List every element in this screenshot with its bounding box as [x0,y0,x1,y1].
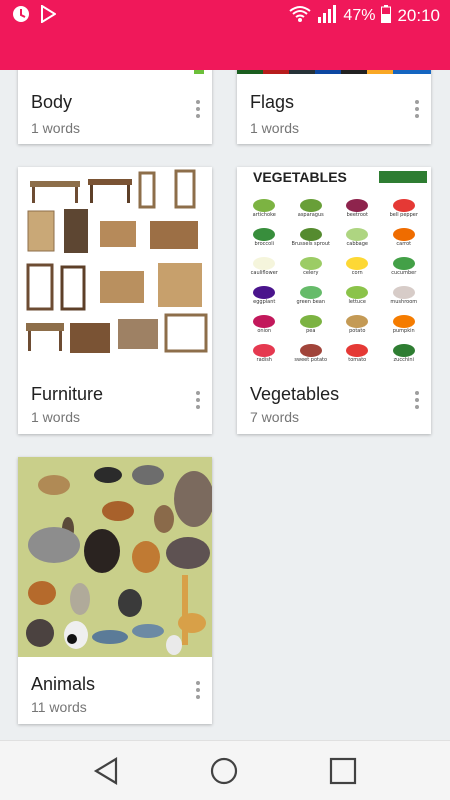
veg-item: pumpkin [381,305,428,334]
status-right: 47% 20:10 [289,4,440,28]
navigation-bar [0,740,450,800]
vegetables-heading: VEGETABLES [253,169,347,185]
veg-item: radish [241,334,288,363]
more-options-icon[interactable] [192,679,204,701]
veg-item: tomato [334,334,381,363]
signal-icon [317,4,337,28]
veg-item: beetroot [334,189,381,218]
more-options-icon[interactable] [411,389,423,411]
card-subtitle: 7 words [250,409,300,425]
veg-item: cabbage [334,218,381,247]
home-icon[interactable] [204,753,244,789]
card-subtitle: 1 words [31,120,81,136]
card-title: Animals [31,674,96,694]
veg-item: Brussels sprout [288,218,335,247]
card-animals[interactable]: Animals 11 words [18,457,212,724]
veg-item: cucumber [381,247,428,276]
back-icon[interactable] [86,753,126,789]
more-options-icon[interactable] [192,389,204,411]
card-subtitle: 1 words [250,120,300,136]
battery-percent: 47% [343,7,376,24]
veg-item: broccoli [241,218,288,247]
card-title: Flags [250,92,295,112]
veg-item: sweet potato [288,334,335,363]
vegetable-grid: artichoke asparagus beetroot bell pepper… [241,189,427,363]
recents-icon[interactable] [323,753,363,789]
card-title: Furniture [31,384,104,404]
furniture-thumbnail [18,167,212,367]
veg-item: zucchini [381,334,428,363]
veg-item: onion [241,305,288,334]
card-title: Vegetables [250,384,340,404]
veg-item: bell pepper [381,189,428,218]
veg-item: potato [334,305,381,334]
brand-badge [379,171,427,183]
more-options-icon[interactable] [192,98,204,120]
veg-item: cauliflower [241,247,288,276]
veg-item: celery [288,247,335,276]
card-subtitle: 1 words [31,409,81,425]
card-grid: Body 1 words Flags 1 words Furniture 1 w… [0,0,450,740]
more-options-icon[interactable] [411,98,423,120]
battery-icon [381,4,392,28]
card-vegetables[interactable]: VEGETABLES artichoke asparagus beetroot … [237,167,431,434]
card-subtitle: 11 words [31,699,87,715]
status-bar: 47% 20:10 [0,0,450,70]
clock: 20:10 [397,6,440,25]
veg-item: pea [288,305,335,334]
veg-item: artichoke [241,189,288,218]
animals-thumbnail [18,457,212,657]
veg-item: corn [334,247,381,276]
card-furniture[interactable]: Furniture 1 words [18,167,212,434]
card-title: Body [31,92,73,112]
veg-item: asparagus [288,189,335,218]
veg-item: eggplant [241,276,288,305]
app-notification-icon [12,5,30,28]
wifi-icon [289,5,312,28]
veg-item: green bean [288,276,335,305]
veg-item: mushroom [381,276,428,305]
status-left-icons [12,3,57,28]
play-store-icon [40,3,57,28]
veg-item: carrot [381,218,428,247]
veg-item: lettuce [334,276,381,305]
vegetables-thumbnail: VEGETABLES artichoke asparagus beetroot … [237,167,431,367]
